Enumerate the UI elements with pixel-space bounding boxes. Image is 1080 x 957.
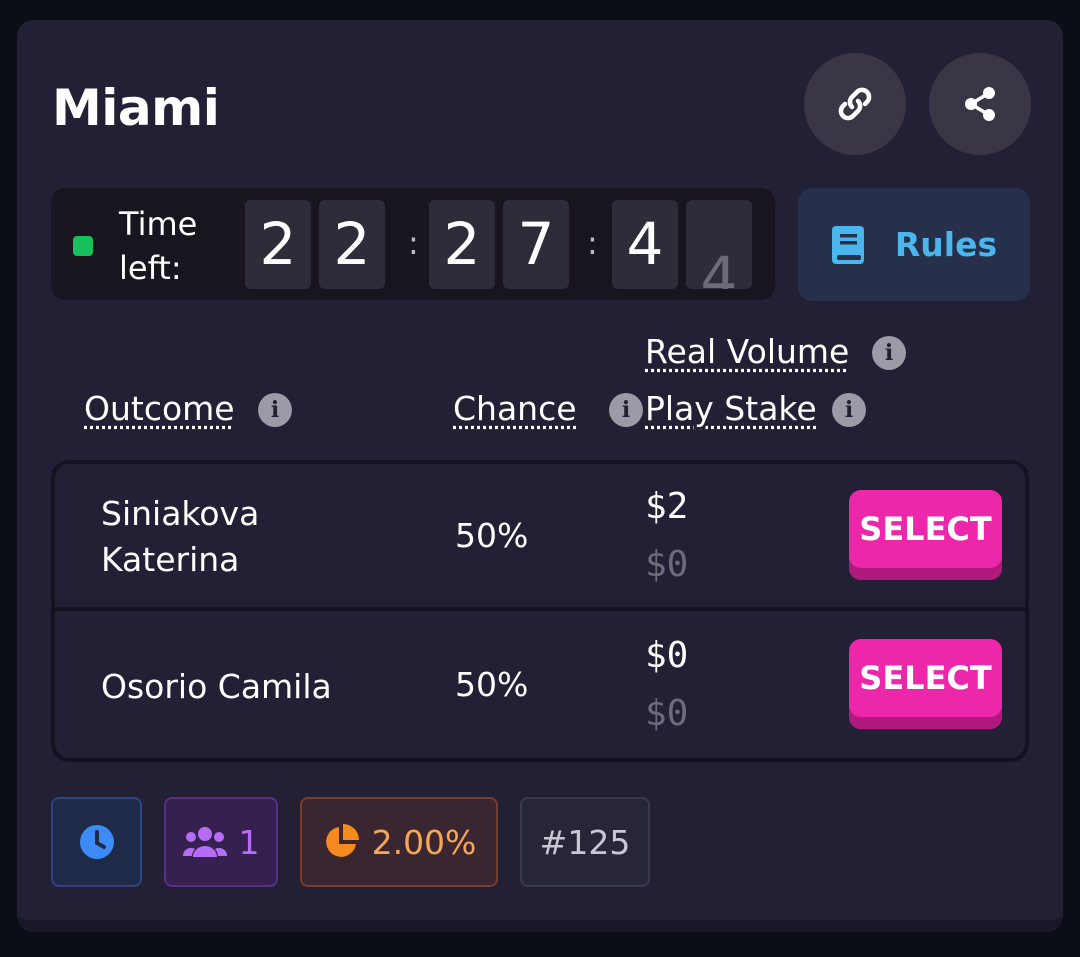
play-stake-value: $0: [645, 693, 689, 734]
pie-chart-icon: [325, 824, 359, 857]
book-icon: [831, 225, 864, 264]
info-icon[interactable]: i: [609, 393, 643, 427]
outcome-row: Siniakova Katerina 50% $2 $0 SELECT: [55, 464, 1025, 611]
header-play-stake[interactable]: Play Stake: [645, 389, 817, 428]
timer-digit: 7: [503, 200, 569, 289]
schedule-chip[interactable]: [51, 797, 142, 887]
play-stake-value: $0: [645, 544, 689, 585]
header-outcome[interactable]: Outcome: [84, 389, 235, 428]
timer-separator: :: [587, 224, 598, 262]
header-chance[interactable]: Chance: [453, 389, 577, 428]
info-icon[interactable]: i: [258, 393, 292, 427]
timer-digit-partial: 4: [700, 244, 738, 289]
fee-value: 2.00%: [371, 822, 477, 862]
users-icon: [182, 827, 227, 857]
header-real-volume[interactable]: Real Volume: [645, 332, 849, 371]
clock-icon: [79, 825, 114, 859]
share-icon: [965, 87, 995, 121]
outcome-chance: 50%: [455, 516, 529, 555]
fee-chip[interactable]: 2.00%: [300, 797, 498, 887]
rules-label: Rules: [894, 225, 998, 264]
timer-label: Time left:: [119, 205, 198, 287]
outcomes-table: Siniakova Katerina 50% $2 $0 SELECT Osor…: [51, 460, 1029, 762]
outcome-name: Siniakova Katerina: [101, 494, 260, 579]
outcome-chance: 50%: [455, 665, 529, 704]
timer-digit: 2: [245, 200, 311, 289]
select-button[interactable]: SELECT: [849, 639, 1002, 729]
rules-button[interactable]: Rules: [798, 188, 1030, 301]
share-button[interactable]: [929, 53, 1031, 155]
market-card: Miami Time left: 2 2: 2 7: 4 4 Rules R…: [17, 20, 1063, 932]
info-icon[interactable]: i: [832, 393, 866, 427]
participants-count: 1: [238, 822, 260, 862]
real-volume-value: $2: [645, 486, 689, 527]
countdown-timer: Time left: 2 2 : 2 7 : 4 4: [51, 188, 775, 300]
timer-separator: :: [408, 224, 419, 262]
outcome-row: Osorio Camila 50% $0 $0 SELECT: [55, 612, 1025, 758]
timer-digit-rolling: 4: [686, 200, 752, 289]
real-volume-value: $0: [645, 635, 689, 676]
select-button[interactable]: SELECT: [849, 490, 1002, 580]
timer-digit: 2: [429, 200, 495, 289]
participants-chip[interactable]: 1: [164, 797, 278, 887]
timer-digit: 4: [612, 200, 678, 289]
status-dot: [73, 236, 93, 256]
market-id-chip[interactable]: #125: [520, 797, 650, 887]
market-id: #125: [539, 822, 631, 862]
link-icon: [838, 87, 872, 121]
market-title: Miami: [52, 79, 220, 137]
info-icon[interactable]: i: [872, 336, 906, 370]
timer-digit: 2: [319, 200, 385, 289]
outcome-name: Osorio Camila: [101, 667, 332, 706]
copy-link-button[interactable]: [804, 53, 906, 155]
